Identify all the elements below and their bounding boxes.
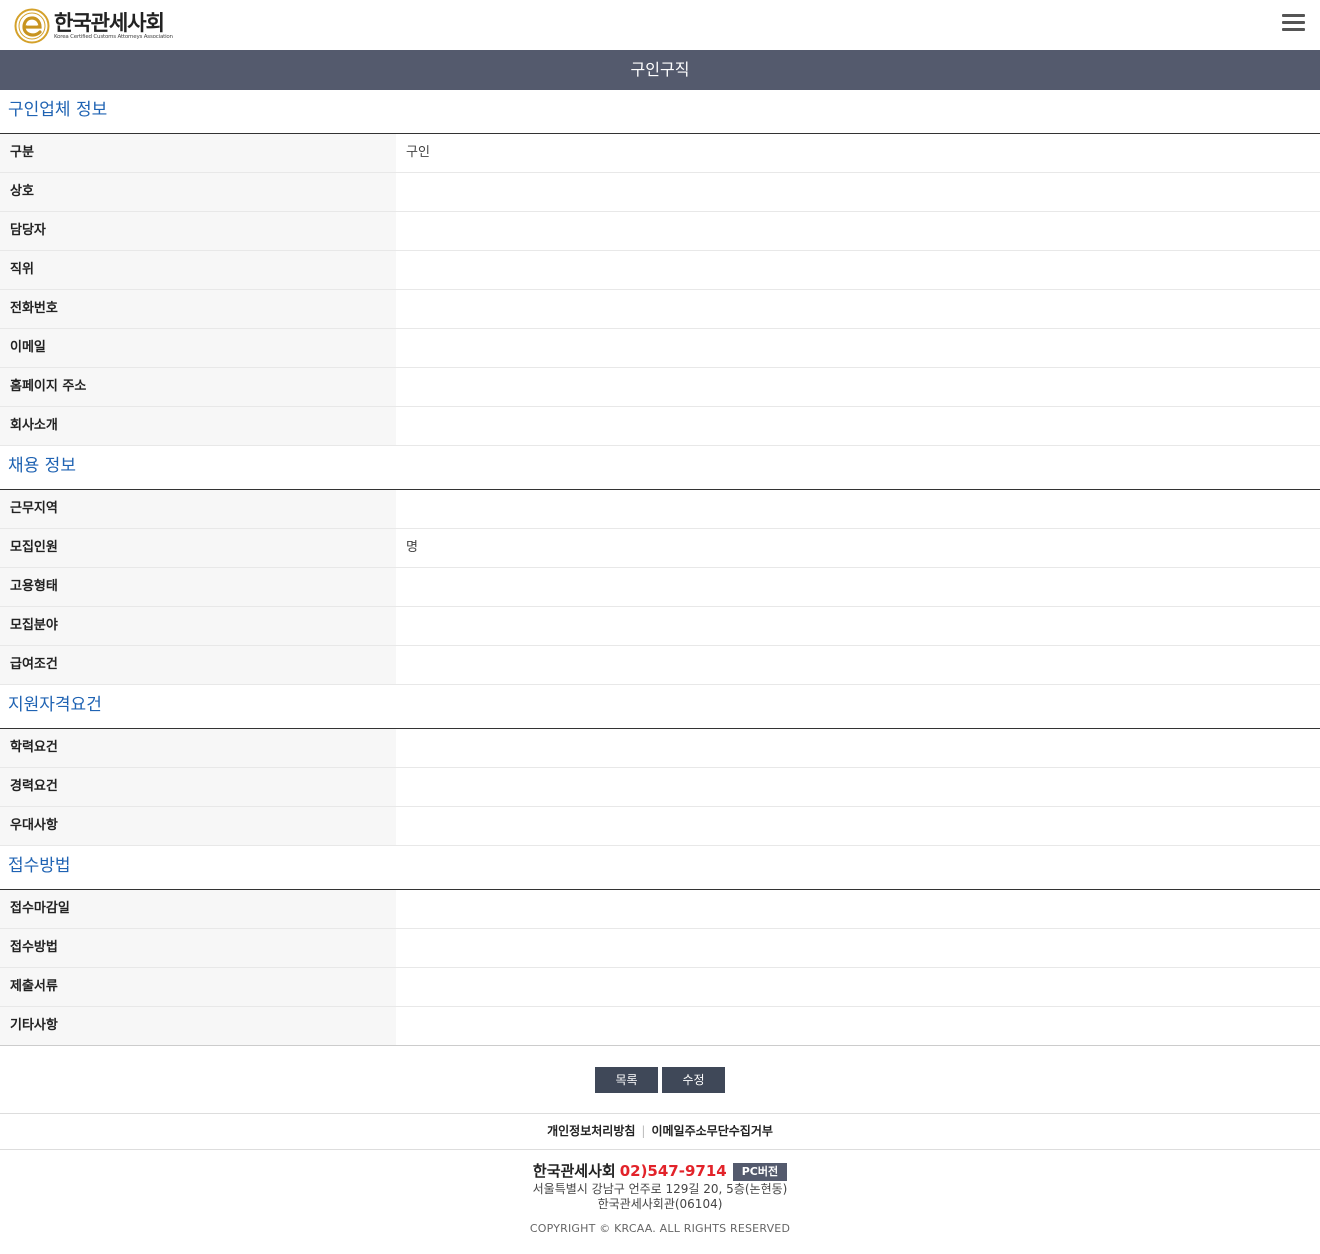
logo-subtitle: Korea Certified Customs Attorneys Associ… bbox=[54, 33, 173, 40]
logo-title: 한국관세사회 bbox=[54, 10, 165, 35]
logo-text: 한국관세사회 Korea Certified Customs Attorneys… bbox=[54, 12, 173, 41]
row-label: 접수마감일 bbox=[0, 890, 396, 928]
edit-button[interactable]: 수정 bbox=[662, 1067, 725, 1093]
row-label: 홈페이지 주소 bbox=[0, 368, 396, 406]
section-title-company-info: 구인업체 정보 bbox=[0, 90, 1320, 134]
row-value bbox=[396, 768, 1320, 806]
row-value bbox=[396, 251, 1320, 289]
section-title-recruit-info: 채용 정보 bbox=[0, 446, 1320, 490]
row-value bbox=[396, 368, 1320, 406]
row-value: 구인 bbox=[396, 134, 1320, 172]
table-row: 전화번호 bbox=[0, 290, 1320, 329]
row-label: 고용형태 bbox=[0, 568, 396, 606]
row-value bbox=[396, 807, 1320, 845]
section-title-qualifications: 지원자격요건 bbox=[0, 685, 1320, 729]
row-value bbox=[396, 290, 1320, 328]
footer-org-name: 한국관세사회 bbox=[532, 1162, 616, 1180]
footer-phone[interactable]: 02)547-9714 bbox=[620, 1162, 727, 1180]
action-buttons: 목록 수정 bbox=[0, 1067, 1320, 1093]
table-row: 경력요건 bbox=[0, 768, 1320, 807]
row-value bbox=[396, 407, 1320, 445]
table-row: 직위 bbox=[0, 251, 1320, 290]
pc-version-button[interactable]: PC버전 bbox=[732, 1162, 788, 1181]
row-value bbox=[396, 212, 1320, 250]
table-row: 구분 구인 bbox=[0, 134, 1320, 173]
table-row: 회사소개 bbox=[0, 407, 1320, 446]
row-value bbox=[396, 607, 1320, 645]
row-value bbox=[396, 173, 1320, 211]
table-row: 우대사항 bbox=[0, 807, 1320, 846]
row-label: 전화번호 bbox=[0, 290, 396, 328]
privacy-policy-link[interactable]: 개인정보처리방침 bbox=[547, 1124, 635, 1138]
table-row: 고용형태 bbox=[0, 568, 1320, 607]
row-label: 모집인원 bbox=[0, 529, 396, 567]
row-label: 학력요건 bbox=[0, 729, 396, 767]
row-label: 담당자 bbox=[0, 212, 396, 250]
table-row: 이메일 bbox=[0, 329, 1320, 368]
table-row: 접수마감일 bbox=[0, 890, 1320, 929]
row-label: 직위 bbox=[0, 251, 396, 289]
row-value bbox=[396, 490, 1320, 528]
row-label: 구분 bbox=[0, 134, 396, 172]
table-row: 홈페이지 주소 bbox=[0, 368, 1320, 407]
row-label: 회사소개 bbox=[0, 407, 396, 445]
footer-address-line1: 서울특별시 강남구 언주로 129길 20, 5층(논현동) bbox=[532, 1182, 788, 1196]
section-title-application: 접수방법 bbox=[0, 846, 1320, 890]
row-value bbox=[396, 929, 1320, 967]
footer-address-line2: 한국관세사회관(06104) bbox=[597, 1197, 723, 1211]
footer-info: 한국관세사회 02)547-9714 PC버전 서울특별시 강남구 언주로 129길… bbox=[0, 1160, 1320, 1235]
link-separator: | bbox=[641, 1124, 646, 1138]
table-row: 학력요건 bbox=[0, 729, 1320, 768]
row-label: 모집분야 bbox=[0, 607, 396, 645]
row-value bbox=[396, 968, 1320, 1006]
table-row: 상호 bbox=[0, 173, 1320, 212]
row-label: 이메일 bbox=[0, 329, 396, 367]
row-value bbox=[396, 568, 1320, 606]
logo-emblem-icon bbox=[14, 8, 50, 44]
row-value bbox=[396, 890, 1320, 928]
row-label: 우대사항 bbox=[0, 807, 396, 845]
row-value: 명 bbox=[396, 529, 1320, 567]
table-row: 기타사항 bbox=[0, 1007, 1320, 1046]
table-row: 담당자 bbox=[0, 212, 1320, 251]
email-refusal-link[interactable]: 이메일주소무단수집거부 bbox=[651, 1124, 772, 1138]
table-row: 모집인원 명 bbox=[0, 529, 1320, 568]
footer-copyright: COPYRIGHT © KRCAA. ALL RIGHTS RESERVED bbox=[529, 1222, 791, 1235]
row-value bbox=[396, 729, 1320, 767]
footer-contact-line: 한국관세사회 02)547-9714 PC버전 bbox=[0, 1160, 1320, 1182]
row-label: 기타사항 bbox=[0, 1007, 396, 1045]
row-label: 급여조건 bbox=[0, 646, 396, 684]
table-row: 접수방법 bbox=[0, 929, 1320, 968]
site-header: 한국관세사회 Korea Certified Customs Attorneys… bbox=[0, 0, 1320, 50]
row-label: 접수방법 bbox=[0, 929, 396, 967]
row-label: 근무지역 bbox=[0, 490, 396, 528]
list-button[interactable]: 목록 bbox=[595, 1067, 658, 1093]
row-value bbox=[396, 646, 1320, 684]
site-logo[interactable]: 한국관세사회 Korea Certified Customs Attorneys… bbox=[14, 8, 173, 44]
page-title: 구인구직 bbox=[0, 50, 1320, 90]
row-value bbox=[396, 1007, 1320, 1045]
table-row: 모집분야 bbox=[0, 607, 1320, 646]
table-row: 제출서류 bbox=[0, 968, 1320, 1007]
hamburger-menu-icon[interactable] bbox=[1282, 14, 1306, 34]
row-label: 상호 bbox=[0, 173, 396, 211]
row-value bbox=[396, 329, 1320, 367]
table-row: 근무지역 bbox=[0, 490, 1320, 529]
table-row: 급여조건 bbox=[0, 646, 1320, 685]
row-label: 경력요건 bbox=[0, 768, 396, 806]
row-label: 제출서류 bbox=[0, 968, 396, 1006]
footer-links: 개인정보처리방침 | 이메일주소무단수집거부 bbox=[0, 1113, 1320, 1150]
job-detail-content: 구인업체 정보 구분 구인 상호 담당자 직위 전화번호 이메일 홈페이지 주소… bbox=[0, 90, 1320, 1046]
